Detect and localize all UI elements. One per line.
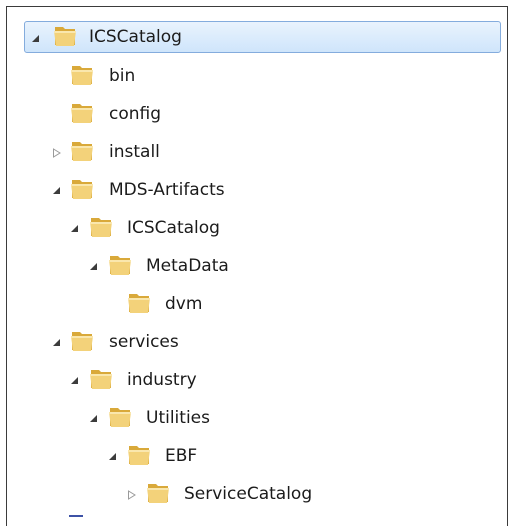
folder-tree-panel: ICSCatalog bin config install MDS-Artifa… [6,6,508,526]
tree-node-install[interactable]: install [7,121,507,162]
expanded-arrow-icon[interactable] [31,34,41,44]
expanded-arrow-icon[interactable] [89,262,99,272]
tree-node-industry[interactable]: industry [7,349,507,390]
expanded-arrow-icon[interactable] [108,452,118,462]
tree-node-services[interactable]: services [7,311,507,352]
folder-icon [145,481,171,505]
collapsed-arrow-icon[interactable] [127,490,137,500]
expanded-arrow-icon[interactable] [52,186,62,196]
collapsed-arrow-icon[interactable] [52,148,62,158]
tree-node-bin[interactable]: bin [7,45,507,86]
tree-node-dvm[interactable]: dvm [7,273,507,314]
tree-node-icscatalog-child[interactable]: ICSCatalog [7,197,507,238]
expanded-arrow-icon[interactable] [70,376,80,386]
tree-node-ebf[interactable]: EBF [7,425,507,466]
tree-node-mds-artifacts[interactable]: MDS-Artifacts [7,159,507,200]
tree-node-icscatalog[interactable]: ICSCatalog [7,7,507,53]
expanded-arrow-icon[interactable] [89,414,99,424]
expanded-arrow-icon[interactable] [52,338,62,348]
scroll-edge-marker [69,515,83,517]
tree-node-config[interactable]: config [7,83,507,124]
tree-node-label: ServiceCatalog [184,484,313,504]
expanded-arrow-icon[interactable] [70,224,80,234]
tree-node-servicecatalog[interactable]: ServiceCatalog [7,463,507,504]
tree-node-metadata[interactable]: MetaData [7,235,507,276]
tree-node-utilities[interactable]: Utilities [7,387,507,428]
